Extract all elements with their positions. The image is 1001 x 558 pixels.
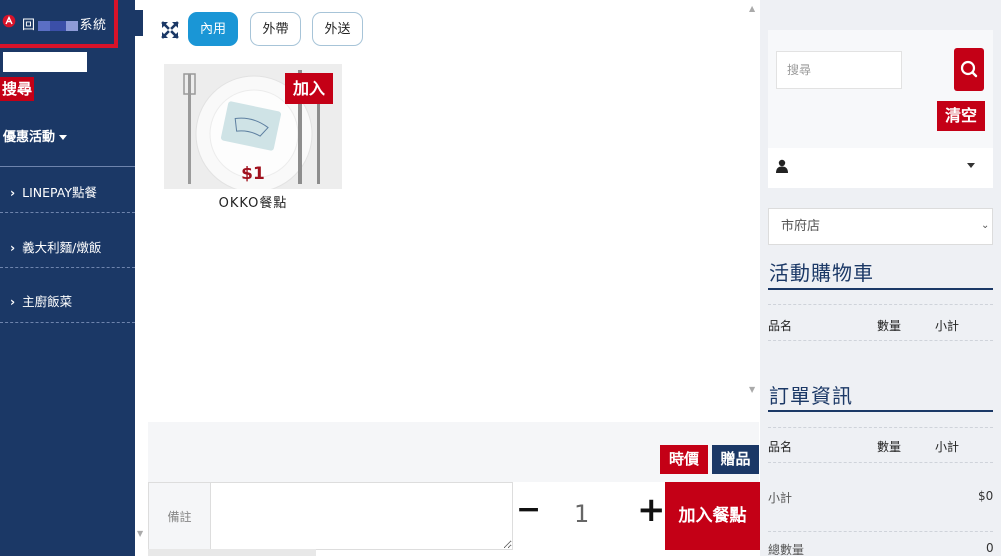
sidebar-search-button[interactable]: 搜尋 bbox=[0, 77, 34, 101]
order-col-subtotal: 小計 bbox=[935, 440, 960, 454]
user-icon[interactable] bbox=[775, 159, 789, 173]
redacted-block bbox=[37, 20, 78, 31]
promo-cart-col-subtotal: 小計 bbox=[935, 319, 960, 333]
scroll-up-arrow[interactable]: ▲ bbox=[749, 4, 755, 13]
member-clear-button[interactable]: 清空 bbox=[937, 101, 985, 131]
chevron-right-icon: › bbox=[10, 185, 16, 200]
brand-header[interactable]: 回 系統 bbox=[0, 0, 118, 48]
subtotal-label: 小計 bbox=[768, 491, 793, 505]
add-product-button[interactable]: 加入 bbox=[285, 73, 333, 104]
quantity-increase-button[interactable]: + bbox=[637, 490, 666, 530]
table-divider bbox=[768, 304, 993, 305]
product-price: $1 bbox=[241, 164, 265, 184]
product-name: OKKO餐點 bbox=[218, 196, 288, 211]
caret-down-icon bbox=[59, 135, 68, 140]
sidebar-divider bbox=[0, 212, 135, 213]
promo-cart-col-qty: 數量 bbox=[877, 319, 902, 333]
note-textarea[interactable] bbox=[210, 482, 513, 550]
market-price-button[interactable]: 時價 bbox=[660, 445, 708, 474]
total-count-value: 0 bbox=[986, 541, 994, 555]
horizontal-scrollbar[interactable] bbox=[148, 549, 316, 556]
order-col-qty: 數量 bbox=[877, 440, 902, 454]
promo-dropdown-label: 優惠活動 bbox=[3, 130, 56, 145]
chevron-right-icon: › bbox=[10, 240, 16, 255]
sidebar-divider bbox=[0, 322, 135, 323]
tab-takeout[interactable]: 外帶 bbox=[250, 12, 301, 46]
sidebar-divider bbox=[0, 166, 135, 167]
quantity-decrease-button[interactable]: − bbox=[516, 492, 541, 527]
chevron-down-icon: ⌄ bbox=[981, 220, 990, 231]
search-icon bbox=[960, 60, 978, 78]
section-rule bbox=[768, 410, 993, 412]
tab-delivery[interactable]: 外送 bbox=[312, 12, 363, 46]
table-divider bbox=[768, 531, 993, 532]
sidebar-collapse-tab[interactable] bbox=[133, 10, 143, 36]
promo-dropdown-toggle[interactable]: 優惠活動 bbox=[3, 126, 68, 145]
sidebar-divider bbox=[0, 267, 135, 268]
scroll-down-arrow[interactable]: ▼ bbox=[749, 385, 755, 394]
app-logo-icon bbox=[2, 14, 16, 28]
promo-cart-title: 活動購物車 bbox=[769, 261, 874, 285]
sidebar-item-pasta[interactable]: › 義大利麵/燉飯 bbox=[10, 237, 101, 256]
app-title-suffix: 系統 bbox=[79, 18, 107, 33]
sidebar-item-chef-dishes[interactable]: › 主廚飯菜 bbox=[10, 291, 72, 310]
sidebar-item-label: 主廚飯菜 bbox=[22, 294, 73, 309]
quantity-value[interactable]: 1 bbox=[574, 500, 589, 528]
order-col-name: 品名 bbox=[768, 440, 793, 454]
add-meal-button[interactable]: 加入餐點 bbox=[665, 482, 760, 550]
fullscreen-icon[interactable] bbox=[161, 21, 179, 39]
order-info-title: 訂單資訊 bbox=[769, 384, 853, 408]
sidebar-item-linepay[interactable]: › LINEPAY點餐 bbox=[10, 182, 97, 201]
sidebar-scroll-down-arrow[interactable]: ▼ bbox=[137, 529, 143, 538]
member-dropdown-caret-icon[interactable] bbox=[967, 163, 975, 168]
app-title: 回 系統 bbox=[22, 14, 107, 33]
tab-dine-in[interactable]: 內用 bbox=[188, 12, 238, 46]
chevron-right-icon: › bbox=[10, 294, 16, 309]
note-label: 備註 bbox=[148, 482, 210, 550]
product-panel-scrollbar[interactable] bbox=[746, 0, 760, 400]
sidebar-item-label: 義大利麵/燉飯 bbox=[22, 240, 102, 255]
app-title-prefix: 回 bbox=[22, 18, 36, 33]
table-divider bbox=[768, 462, 993, 463]
promo-cart-col-name: 品名 bbox=[768, 319, 793, 333]
table-divider bbox=[768, 340, 993, 341]
table-divider bbox=[768, 427, 993, 428]
section-rule bbox=[768, 288, 993, 290]
subtotal-value: $0 bbox=[978, 489, 994, 503]
member-search-button[interactable] bbox=[954, 48, 984, 91]
gift-button[interactable]: 贈品 bbox=[712, 445, 759, 474]
store-select[interactable]: 市府店 bbox=[768, 208, 993, 245]
member-search-input[interactable]: 搜尋 bbox=[776, 51, 902, 89]
total-count-label: 總數量 bbox=[768, 543, 805, 557]
sidebar-search-input[interactable] bbox=[3, 52, 87, 72]
sidebar-item-label: LINEPAY點餐 bbox=[22, 185, 98, 200]
